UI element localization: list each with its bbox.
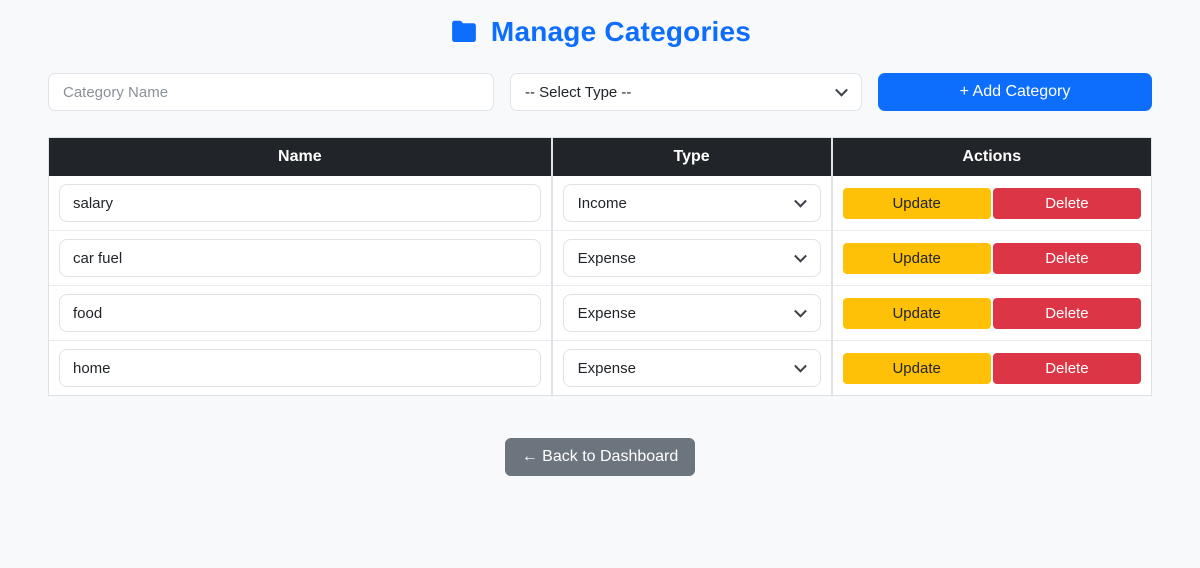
name-cell [49, 341, 553, 395]
delete-button[interactable]: Delete [992, 297, 1142, 329]
categories-table: Name Type Actions Income Update Delete [48, 137, 1152, 396]
update-button[interactable]: Update [842, 187, 991, 219]
row-category-type-select[interactable]: Expense [562, 294, 821, 332]
row-type-select-wrap: Expense [562, 239, 821, 277]
row-category-type-select[interactable]: Income [562, 184, 821, 222]
delete-button[interactable]: Delete [992, 352, 1142, 384]
row-type-select-wrap: Income [562, 184, 821, 222]
folder-icon [452, 20, 476, 42]
type-cell: Expense [552, 286, 833, 341]
table-row: Expense Update Delete [49, 286, 1151, 341]
name-cell [49, 176, 553, 231]
name-cell [49, 231, 553, 286]
delete-button[interactable]: Delete [992, 242, 1142, 274]
type-cell: Income [552, 176, 833, 231]
add-category-form: -- Select Type -- + Add Category [48, 73, 1152, 111]
row-actions: Update Delete [842, 352, 1142, 384]
row-actions: Update Delete [842, 242, 1142, 274]
row-category-name-input[interactable] [59, 294, 541, 332]
actions-cell: Update Delete [833, 341, 1151, 395]
table-row: Expense Update Delete [49, 341, 1151, 395]
table-row: Income Update Delete [49, 176, 1151, 231]
column-header-actions: Actions [832, 138, 1151, 176]
update-button[interactable]: Update [842, 352, 991, 384]
column-header-name: Name [49, 138, 553, 176]
delete-button[interactable]: Delete [992, 187, 1142, 219]
page-container: Manage Categories -- Select Type -- + Ad… [0, 0, 1200, 476]
table-header-row: Name Type Actions [49, 138, 1151, 176]
type-cell: Expense [552, 231, 833, 286]
row-category-name-input[interactable] [59, 239, 541, 277]
row-category-name-input[interactable] [59, 349, 541, 387]
type-cell: Expense [553, 341, 833, 395]
category-name-input[interactable] [48, 73, 494, 111]
page-title: Manage Categories [490, 16, 752, 47]
row-actions: Update Delete [842, 187, 1142, 219]
back-to-dashboard-button[interactable]: ← Back to Dashboard [504, 438, 696, 476]
table-row: Expense Update Delete [49, 231, 1151, 286]
row-category-type-select[interactable]: Expense [562, 349, 821, 387]
category-type-select-wrap: -- Select Type -- [510, 73, 862, 111]
footer: ← Back to Dashboard [48, 438, 1152, 476]
row-category-name-input[interactable] [59, 184, 541, 222]
row-type-select-wrap: Expense [562, 294, 821, 332]
row-type-select-wrap: Expense [562, 349, 821, 387]
actions-cell: Update Delete [832, 286, 1151, 341]
add-category-button[interactable]: + Add Category [878, 73, 1152, 111]
actions-cell: Update Delete [832, 176, 1151, 231]
row-category-type-select[interactable]: Expense [562, 239, 821, 277]
row-actions: Update Delete [842, 297, 1142, 329]
update-button[interactable]: Update [842, 297, 991, 329]
actions-cell: Update Delete [832, 231, 1151, 286]
page-header: Manage Categories [48, 0, 1152, 48]
name-cell [49, 286, 553, 341]
column-header-type: Type [552, 138, 833, 176]
category-type-select[interactable]: -- Select Type -- [510, 73, 862, 111]
update-button[interactable]: Update [842, 242, 991, 274]
